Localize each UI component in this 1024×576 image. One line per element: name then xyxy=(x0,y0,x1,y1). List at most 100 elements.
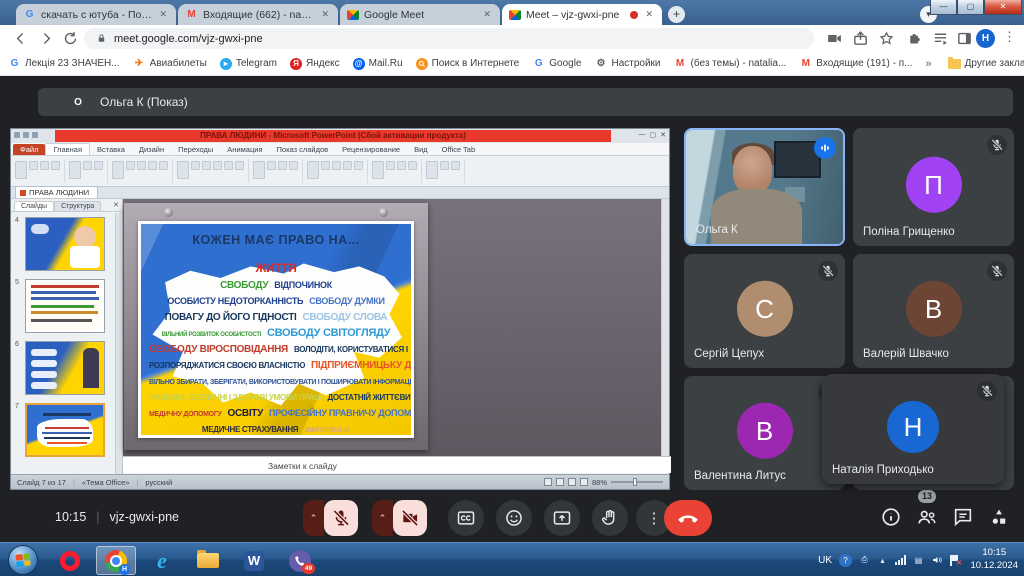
bookmark-item[interactable]: ▸Telegram xyxy=(220,58,277,70)
participant-tile[interactable]: ВВалентина Литус xyxy=(684,376,845,490)
info-button[interactable] xyxy=(880,506,902,528)
back-icon[interactable] xyxy=(12,30,29,47)
taskbar-word[interactable]: W xyxy=(234,546,274,575)
view-slideshow-icon[interactable] xyxy=(580,478,588,486)
ppt-ribbon-tab[interactable]: Анимация xyxy=(220,144,269,155)
slide-thumbnail[interactable]: 5 xyxy=(15,279,115,333)
address-bar[interactable]: meet.google.com/vjz-gwxi-pne xyxy=(84,28,814,49)
bookmark-item[interactable]: ЯЯндекс xyxy=(290,58,340,70)
bookmark-item[interactable]: ✈Авиабилеты xyxy=(133,57,207,70)
ppt-ribbon-tab[interactable]: Рецензирование xyxy=(335,144,407,155)
participant-tile[interactable]: ВВалерій Швачко xyxy=(853,254,1014,368)
browser-tab[interactable]: Meet – vjz-gwxi-pne✕ xyxy=(502,4,662,25)
window-minimize-button[interactable]: — xyxy=(930,0,957,15)
bookmarks-overflow-icon[interactable]: » xyxy=(925,58,931,70)
view-normal-icon[interactable] xyxy=(544,478,552,486)
window-maximize-button[interactable]: ▢ xyxy=(957,0,984,15)
camera-options-chevron[interactable]: ⌃ xyxy=(372,500,393,536)
slide-canvas: КОЖЕН МАЄ ПРАВО НА... ЖИТТЯСВОБОДУВІДПОЧ… xyxy=(124,203,428,450)
tray-language[interactable]: UK xyxy=(818,555,832,566)
browser-menu-icon[interactable]: ⋮ xyxy=(1003,29,1016,45)
extensions-icon[interactable] xyxy=(906,30,923,47)
slide-thumbnail[interactable]: 4 xyxy=(15,217,115,271)
bookmark-item[interactable]: MВходящие (191) - п... xyxy=(799,57,912,70)
tab-close-icon[interactable]: ✕ xyxy=(643,8,655,21)
ppt-ribbon-tab[interactable]: Office Tab xyxy=(435,144,483,155)
tray-volume-icon[interactable] xyxy=(931,554,943,566)
taskbar-viber[interactable]: 49 xyxy=(280,546,320,575)
bookmark-item[interactable]: GGoogle xyxy=(532,57,581,70)
present-button[interactable] xyxy=(544,500,580,536)
participant-tile[interactable]: Ольга К xyxy=(684,128,845,246)
panel-tab[interactable]: Структура xyxy=(54,201,101,211)
camera-off-button[interactable] xyxy=(393,500,427,536)
tray-action-center-icon[interactable]: ✕ xyxy=(950,555,960,566)
browser-tab[interactable]: Google Meet✕ xyxy=(340,4,500,25)
participant-tile[interactable]: ССергій Цепух xyxy=(684,254,845,368)
reactions-button[interactable] xyxy=(496,500,532,536)
tray-device-icon[interactable]: ⎙ xyxy=(859,555,870,566)
cloud-line: ОСОБИСТУ НЕДОТОРКАННІСТЬСВОБОДУ ДУМКИ xyxy=(146,292,406,308)
slide-thumbnail[interactable]: 6 xyxy=(15,341,115,395)
panel-close-icon[interactable]: ✕ xyxy=(113,201,119,209)
new-tab-button[interactable]: + xyxy=(668,6,685,23)
ppt-notes-area[interactable]: Заметки к слайду xyxy=(123,456,671,473)
captions-button[interactable] xyxy=(448,500,484,536)
taskbar-clock[interactable]: 10:15 10.12.2024 xyxy=(970,546,1018,572)
bookmark-item[interactable]: Поиск в Интернете xyxy=(416,58,520,70)
start-button[interactable] xyxy=(8,545,38,575)
tab-close-icon[interactable]: ✕ xyxy=(157,8,169,21)
tab-close-icon[interactable]: ✕ xyxy=(319,8,331,21)
tray-help-icon[interactable]: ? xyxy=(839,554,852,567)
panel-tab[interactable]: Слайды xyxy=(14,201,54,211)
taskbar-opera[interactable] xyxy=(50,546,90,575)
bookmark-item[interactable]: ⚙Настройки xyxy=(594,57,660,70)
ppt-ribbon-tab[interactable]: Вид xyxy=(407,144,435,155)
end-call-button[interactable] xyxy=(664,500,712,536)
activities-button[interactable] xyxy=(988,506,1010,528)
bookmark-item[interactable]: @Mail.Ru xyxy=(353,58,403,70)
ppt-ribbon-tab[interactable]: Вставка xyxy=(90,144,132,155)
ppt-ribbon-tab[interactable]: Переходы xyxy=(171,144,220,155)
people-button[interactable] xyxy=(916,506,938,528)
window-close-button[interactable]: ✕ xyxy=(984,0,1022,15)
browser-tab[interactable]: MВходящие (662) - nataliaprihodk✕ xyxy=(178,4,338,25)
media-controls-icon[interactable] xyxy=(932,30,949,47)
taskbar-internet-explorer[interactable]: e xyxy=(142,546,182,575)
tray-updates-icon[interactable]: ▤ xyxy=(913,555,924,566)
reload-icon[interactable] xyxy=(62,30,79,47)
taskbar-chrome[interactable]: H xyxy=(96,546,136,575)
participant-tile[interactable]: ППоліна Грищенко xyxy=(853,128,1014,246)
ppt-ribbon-tab[interactable]: Главная xyxy=(45,143,90,155)
zoom-slider[interactable] xyxy=(611,481,663,483)
chat-button[interactable] xyxy=(952,506,974,528)
bookmark-item[interactable]: GЛекція 23 ЗНАЧЕН... xyxy=(8,57,120,70)
bookmark-item[interactable]: M(без темы) - natalia... xyxy=(674,57,787,70)
ppt-window-buttons: —▢✕ xyxy=(639,131,667,139)
browser-tab[interactable]: Gскачать с ютуба - Пошук Googl✕ xyxy=(16,4,176,25)
slide-thumbnail[interactable]: 7 xyxy=(15,403,115,457)
ppt-ribbon-tab[interactable]: Дизайн xyxy=(132,144,171,155)
mic-options-chevron[interactable]: ⌃ xyxy=(303,500,324,536)
panel-scrollbar[interactable] xyxy=(115,213,122,474)
tray-network-icon[interactable] xyxy=(895,555,906,565)
view-sorter-icon[interactable] xyxy=(556,478,564,486)
ppt-document-tab[interactable]: ПРАВА ЛЮДИНИ xyxy=(15,186,98,198)
taskbar-explorer[interactable] xyxy=(188,546,228,575)
forward-icon[interactable] xyxy=(38,30,55,47)
profile-avatar[interactable]: H xyxy=(976,29,995,48)
side-panel-icon[interactable] xyxy=(956,30,973,47)
tray-expand-icon[interactable]: ▴ xyxy=(877,555,888,566)
share-icon[interactable] xyxy=(852,30,869,47)
camera-permission-icon[interactable] xyxy=(826,30,843,47)
other-bookmarks-button[interactable]: Другие закладки xyxy=(948,58,1024,69)
self-view-tile[interactable]: ННаталія Приходько xyxy=(822,374,1004,484)
ppt-ribbon-tab[interactable]: Файл xyxy=(13,144,45,155)
editor-scrollbar[interactable] xyxy=(661,199,669,456)
view-reading-icon[interactable] xyxy=(568,478,576,486)
ppt-ribbon-tab[interactable]: Показ слайдов xyxy=(270,144,336,155)
raise-hand-button[interactable] xyxy=(592,500,628,536)
tab-close-icon[interactable]: ✕ xyxy=(481,8,493,21)
mic-muted-button[interactable] xyxy=(324,500,358,536)
bookmark-star-icon[interactable] xyxy=(878,30,895,47)
